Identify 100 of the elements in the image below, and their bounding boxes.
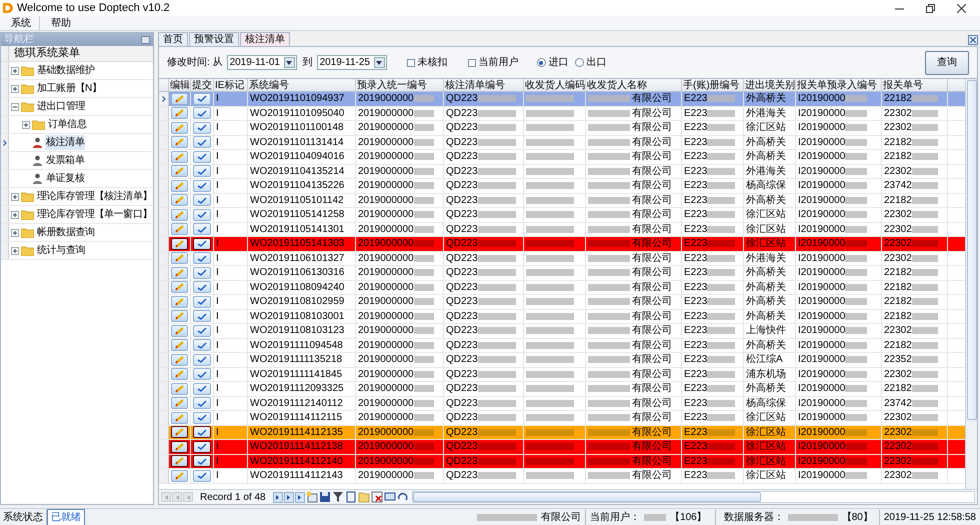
expand-icon[interactable] [11, 228, 19, 236]
submit-button[interactable] [193, 180, 211, 192]
submit-button[interactable] [193, 281, 211, 294]
prev-page-icon[interactable] [172, 492, 182, 502]
close-icon[interactable] [957, 4, 966, 12]
column-header[interactable]: 系统编号 [248, 79, 356, 91]
submit-button[interactable] [193, 194, 211, 206]
table-row[interactable]: I WO20191108094240 2019000000 QD223 有限公司 E223 外高桥关 I20190000 22182 [159, 280, 965, 295]
column-header[interactable]: 提交 [191, 79, 214, 91]
table-row[interactable]: I WO20191111135218 2019000000 QD223 有限公司 E223 松江综A I20190000 22352 [159, 353, 965, 368]
tree-item[interactable]: 理论库存管理【核注清单】 [36, 189, 153, 204]
table-row[interactable]: I WO20191111141845 2019000000 QD223 有限公司 E223 浦东机场 I20190000 22302 [159, 368, 965, 382]
table-row[interactable]: I WO20191108103123 2019000000 QD223 有限公司 E223 上海快件 I20190000 22302 [159, 324, 965, 338]
document-icon[interactable] [344, 491, 357, 503]
menu-item[interactable]: 系统 [8, 16, 40, 30]
column-header[interactable]: 收发货人名称 [586, 79, 682, 91]
submit-button[interactable] [193, 165, 211, 178]
table-row[interactable]: I WO20191105141301 2019000000 QD223 有限公司 E223 徐汇区站 I20190000 22302 [159, 222, 965, 237]
submit-button[interactable] [193, 150, 211, 163]
table-row[interactable]: I WO20191108103001 2019000000 QD223 有限公司 E223 外高桥关 I20190000 22182 [159, 310, 965, 324]
table-row[interactable]: I WO20191106130316 2019000000 QD223 有限公司 E223 外高桥关 I20190000 22182 [159, 266, 965, 280]
submit-button[interactable] [193, 238, 211, 250]
expand-icon[interactable] [22, 120, 30, 128]
dropdown-icon[interactable] [374, 57, 385, 68]
add-icon[interactable] [306, 491, 318, 503]
column-header[interactable]: 核注清单编号 [444, 79, 524, 91]
table-row[interactable]: I WO20191104094016 2019000000 QD223 有限公司 E223 外高桥关 I20190000 22182 [159, 150, 965, 164]
next-icon[interactable] [272, 492, 283, 502]
table-row[interactable]: I WO20191101100148 2019000000 QD223 有限公司 E223 徐汇区站 I20190000 22302 [159, 121, 965, 136]
table-row[interactable]: I WO20191114112143 2019000000 QD223 有限公司 E223 徐汇区站 I20190000 22302 [159, 469, 965, 484]
table-row[interactable]: I WO20191104135214 2019000000 QD223 有限公司 E223 外港海关 I20190000 22302 [159, 164, 965, 179]
delete-icon[interactable] [370, 491, 383, 503]
table-row[interactable]: I WO20191105141303 2019000000 QD223 有限公司 E223 徐汇区站 I20190000 22302 [159, 237, 965, 252]
expand-icon[interactable] [11, 84, 19, 92]
submit-button[interactable] [193, 92, 211, 105]
submit-button[interactable] [193, 368, 211, 380]
table-row[interactable]: I WO20191112140112 2019000000 QD223 有限公司 E223 杨高综保 I20190000 23742 [159, 396, 965, 411]
table-row[interactable]: I WO20191114112140 2019000000 QD223 有限公司 E223 徐汇区站 I20190000 22302 [159, 454, 965, 469]
radio-button[interactable] [574, 58, 584, 67]
submit-button[interactable] [193, 296, 211, 308]
submit-button[interactable] [193, 252, 211, 264]
table-row[interactable]: I WO20191101131414 2019000000 QD223 有限公司 E223 外高桥关 I20190000 22182 [159, 136, 965, 150]
submit-button[interactable] [193, 223, 211, 236]
edit-button[interactable] [171, 455, 188, 468]
submit-button[interactable] [193, 324, 211, 337]
last-icon[interactable] [294, 492, 305, 502]
tree-item[interactable]: 进出口管理 [36, 99, 86, 114]
tab[interactable]: 首页 [158, 32, 188, 46]
tree-item[interactable]: 订单信息 [47, 117, 88, 132]
column-header[interactable]: 进出境关别 [744, 79, 796, 91]
tab[interactable]: 核注清单 [240, 32, 290, 46]
table-row[interactable]: I WO20191104135226 2019000000 QD223 有限公司 E223 杨高综保 I20190000 23742 [159, 179, 965, 194]
column-header[interactable]: 报关单号 [882, 79, 948, 91]
date-field[interactable]: 2019-11-25 [316, 55, 387, 70]
maximize-icon[interactable] [926, 4, 935, 12]
tree-item[interactable]: 帐册数据查询 [36, 225, 96, 240]
tree-item[interactable]: 统计与查询 [36, 243, 86, 258]
vertical-scrollbar[interactable] [965, 79, 977, 489]
tree-item[interactable]: 理论库存管理【单一窗口】 [36, 207, 153, 222]
column-header[interactable]: IE标记 [214, 79, 248, 91]
tree-item[interactable]: 加工账册【N】 [36, 81, 102, 96]
tree-item[interactable]: 发票箱单 [45, 153, 86, 168]
tree-item[interactable]: 基础数据维护 [36, 63, 96, 78]
submit-button[interactable] [193, 339, 211, 352]
column-header[interactable]: 编辑 [169, 79, 191, 91]
submit-button[interactable] [193, 397, 211, 410]
table-row[interactable]: I WO20191111094548 2019000000 QD223 有限公司 E223 外高桥关 I20190000 22182 [159, 338, 965, 353]
table-row[interactable]: I WO20191105141258 2019000000 QD223 有限公司 E223 徐汇区站 I20190000 22302 [159, 208, 965, 222]
submit-button[interactable] [193, 354, 211, 366]
column-header[interactable]: 报关单预录入编号 [796, 79, 882, 91]
edit-button[interactable] [171, 440, 188, 453]
expand-icon[interactable] [11, 66, 19, 74]
submit-button[interactable] [193, 426, 211, 438]
submit-button[interactable] [193, 412, 211, 424]
submit-button[interactable] [193, 122, 211, 134]
column-header[interactable]: 预录入统一编号 [356, 79, 444, 91]
pin-icon[interactable] [141, 36, 150, 44]
next-page-icon[interactable] [284, 492, 294, 502]
submit-button[interactable] [193, 136, 211, 148]
collapse-icon[interactable] [11, 102, 19, 110]
dropdown-icon[interactable] [284, 57, 295, 68]
submit-button[interactable] [193, 440, 211, 453]
monitor-icon[interactable] [384, 491, 396, 503]
edit-button[interactable] [171, 238, 188, 250]
refresh-icon[interactable] [396, 491, 409, 503]
prev-icon[interactable] [183, 492, 193, 502]
table-row[interactable]: I WO20191114112115 2019000000 QD223 有限公司 E223 徐汇区站 I20190000 22302 [159, 411, 965, 426]
submit-button[interactable] [193, 266, 211, 279]
expand-icon[interactable] [11, 246, 19, 254]
expand-icon[interactable] [11, 210, 19, 218]
table-row[interactable]: I WO20191101094937 2019000000 QD223 有限公司 E223 外高桥关 I20190000 22182 [159, 92, 965, 106]
radio-button[interactable] [536, 58, 546, 67]
submit-button[interactable] [193, 107, 211, 120]
table-row[interactable]: I WO20191114112135 2019000000 QD223 有限公司 E223 徐汇区站 I20190000 22302 [159, 426, 965, 440]
column-header[interactable]: 收发货人编码 [524, 79, 586, 91]
edit-button[interactable] [171, 426, 188, 438]
row-selector[interactable] [1, 134, 9, 151]
table-row[interactable]: I WO20191108102959 2019000000 QD223 有限公司 E223 外高桥关 I20190000 22182 [159, 295, 965, 310]
tree-item[interactable]: 单证复核 [45, 171, 86, 186]
table-row[interactable]: I WO20191106101327 2019000000 QD223 有限公司 E223 外港海关 I20190000 22302 [159, 252, 965, 266]
